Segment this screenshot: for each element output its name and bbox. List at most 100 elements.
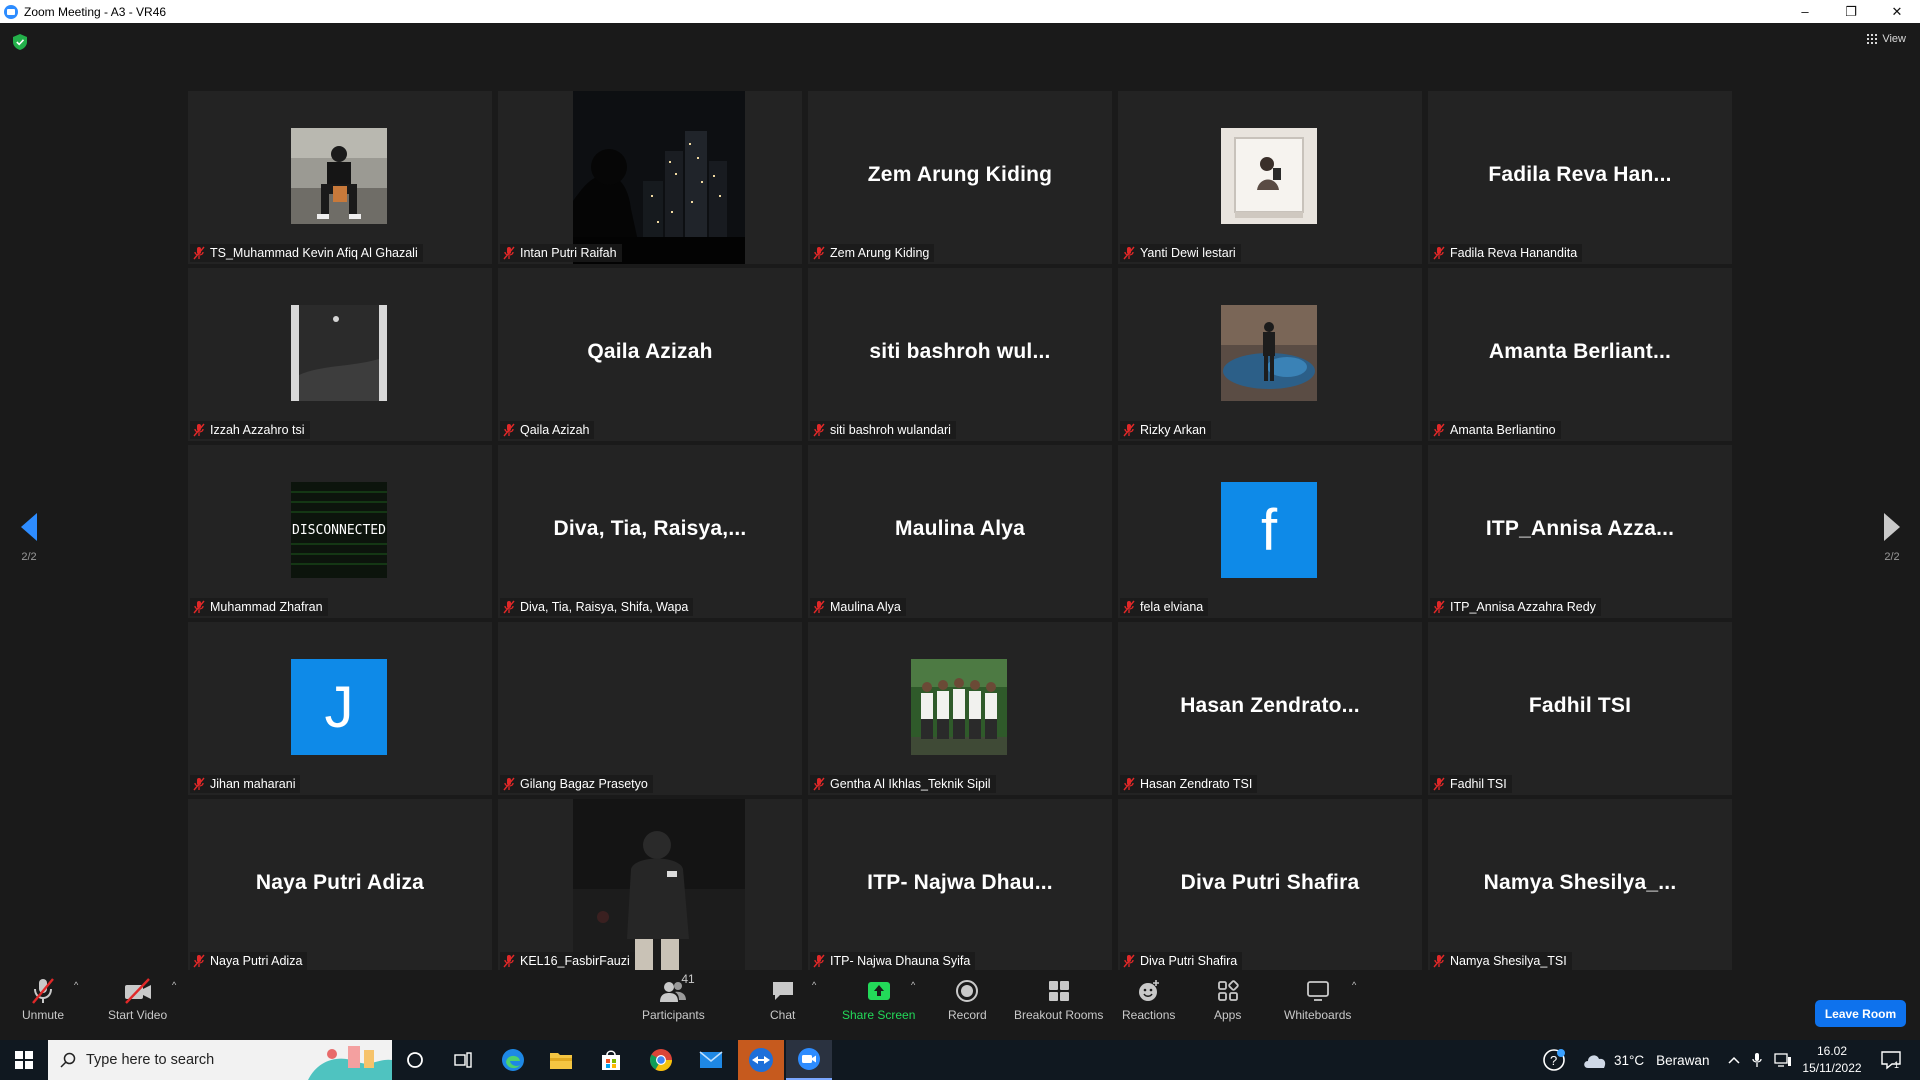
leave-room-button[interactable]: Leave Room (1815, 1000, 1906, 1027)
taskbar-clock[interactable]: 16.02 15/11/2022 (1784, 1043, 1880, 1077)
participant-gallery: TS_Muhammad Kevin Afiq Al Ghazali Intan P… (188, 91, 1732, 972)
minimize-button[interactable]: – (1782, 0, 1828, 23)
microphone-muted-icon (30, 976, 56, 1006)
restore-button[interactable]: ❐ (1828, 0, 1874, 23)
store-bag-icon (602, 1050, 620, 1070)
participant-tile[interactable]: ITP_Annisa Azza... ITP_Annisa Azzahra Red… (1428, 445, 1732, 618)
taskbar-search-box[interactable]: Type here to search (48, 1040, 392, 1080)
reactions-button[interactable]: Reactions (1122, 976, 1175, 1022)
participant-tile[interactable]: Namya Shesilya_... Namya Shesilya_TSI (1428, 799, 1732, 972)
windows-taskbar: Type here to search ? 31°C Berawan 16.02… (0, 1040, 1920, 1080)
meeting-area: View 2/2 2/2 TS_Muhammad Kevin Afiq Al G… (0, 23, 1920, 972)
participant-tile[interactable]: Gilang Bagaz Prasetyo (498, 622, 802, 795)
participant-tile[interactable]: Zem Arung Kiding Zem Arung Kiding (808, 91, 1112, 264)
task-view-button[interactable] (440, 1040, 486, 1080)
participant-profile-picture (1221, 128, 1317, 224)
participant-display-name: Diva, Tia, Raisya,... (553, 517, 747, 540)
help-tray[interactable]: ? (1542, 1040, 1566, 1080)
start-video-button[interactable]: Start Video (108, 976, 167, 1022)
smiley-face-icon (1137, 976, 1161, 1006)
participant-tile[interactable]: Rizky Arkan (1118, 268, 1422, 441)
participant-tile[interactable]: Gentha Al Ikhlas_Teknik Sipil (808, 622, 1112, 795)
participant-tile[interactable]: KEL16_FasbirFauzi (498, 799, 802, 972)
taskbar-store[interactable] (588, 1040, 634, 1080)
participant-tile[interactable]: DISCONNECTED Muhammad Zhafran (188, 445, 492, 618)
participant-tile[interactable]: Hasan Zendrato... Hasan Zendrato TSI (1118, 622, 1422, 795)
participant-name-label: Yanti Dewi lestari (1120, 244, 1241, 262)
participant-tile[interactable]: Intan Putri Raifah (498, 91, 802, 264)
participant-name-label: ITP- Najwa Dhauna Syifa (810, 952, 976, 970)
mic-muted-icon (813, 423, 825, 437)
participant-tile[interactable]: Izzah Azzahro tsi (188, 268, 492, 441)
participant-name-label: TS_Muhammad Kevin Afiq Al Ghazali (190, 244, 423, 262)
weather-widget[interactable]: 31°C Berawan (1582, 1040, 1709, 1080)
share-screen-button[interactable]: Share Screen (842, 976, 915, 1022)
security-shield-icon[interactable] (13, 34, 27, 50)
mic-muted-icon (1123, 423, 1135, 437)
page-indicator: 2/2 (21, 551, 37, 563)
apps-button[interactable]: Apps (1214, 976, 1241, 1022)
participant-name: Namya Shesilya_TSI (1450, 954, 1567, 968)
chevron-up-icon[interactable] (1728, 1056, 1740, 1064)
participant-display-name: ITP_Annisa Azza... (1485, 517, 1675, 540)
participant-tile[interactable]: Maulina Alya Maulina Alya (808, 445, 1112, 618)
chat-button[interactable]: Chat (770, 976, 795, 1022)
start-button[interactable] (0, 1040, 48, 1080)
whiteboard-options-caret[interactable]: ^ (1352, 980, 1356, 990)
chat-label: Chat (770, 1008, 796, 1022)
participant-name-label: fela elviana (1120, 598, 1209, 616)
reactions-label: Reactions (1122, 1008, 1176, 1022)
participant-tile[interactable]: Naya Putri Adiza Naya Putri Adiza (188, 799, 492, 972)
zoom-app-icon (798, 1048, 820, 1070)
taskbar-teamviewer[interactable] (738, 1040, 784, 1080)
participant-name: Yanti Dewi lestari (1140, 246, 1236, 260)
participants-button[interactable]: 41 Participants (642, 972, 705, 1022)
system-tray-icons[interactable] (1728, 1040, 1792, 1080)
participant-tile[interactable]: Amanta Berliant... Amanta Berliantino (1428, 268, 1732, 441)
participant-name-label: Rizky Arkan (1120, 421, 1211, 439)
whiteboards-button[interactable]: Whiteboards (1284, 976, 1351, 1022)
taskbar-zoom[interactable] (786, 1040, 832, 1080)
mail-envelope-icon (699, 1051, 723, 1068)
task-view-cortana-button[interactable] (392, 1040, 438, 1080)
audio-options-caret[interactable]: ^ (74, 980, 78, 990)
mic-muted-icon (1433, 954, 1445, 968)
share-options-caret[interactable]: ^ (911, 980, 915, 990)
participant-tile[interactable]: Fadhil TSI Fadhil TSI (1428, 622, 1732, 795)
microphone-icon[interactable] (1752, 1052, 1762, 1068)
mic-muted-icon (503, 954, 515, 968)
previous-page-button[interactable]: 2/2 (9, 513, 49, 563)
notifications-button[interactable]: 1 (1880, 1040, 1902, 1080)
participant-tile[interactable]: Qaila Azizah Qaila Azizah (498, 268, 802, 441)
participants-label: Participants (642, 1008, 705, 1022)
taskbar-chrome[interactable] (638, 1040, 684, 1080)
mic-muted-icon (503, 246, 515, 260)
participant-tile[interactable]: Diva Putri Shafira Diva Putri Shafira (1118, 799, 1422, 972)
participant-tile[interactable]: siti bashroh wul... siti bashroh wulandar… (808, 268, 1112, 441)
taskbar-mail[interactable] (688, 1040, 734, 1080)
close-button[interactable]: ✕ (1874, 0, 1920, 23)
unmute-button[interactable]: Unmute (22, 976, 64, 1022)
participant-tile[interactable]: J Jihan maharani (188, 622, 492, 795)
participant-name-label: KEL16_FasbirFauzi (500, 952, 635, 970)
participant-name-label: Namya Shesilya_TSI (1430, 952, 1572, 970)
participant-tile[interactable]: Yanti Dewi lestari (1118, 91, 1422, 264)
record-button[interactable]: Record (948, 976, 987, 1022)
apps-label: Apps (1214, 1008, 1242, 1022)
start-video-label: Start Video (108, 1008, 168, 1022)
taskbar-file-explorer[interactable] (538, 1040, 584, 1080)
video-options-caret[interactable]: ^ (172, 980, 176, 990)
participant-name: Gilang Bagaz Prasetyo (520, 777, 648, 791)
participant-tile[interactable]: Fadila Reva Han... Fadila Reva Hanandita (1428, 91, 1732, 264)
participant-tile[interactable]: ITP- Najwa Dhau... ITP- Najwa Dhauna Syif… (808, 799, 1112, 972)
view-button[interactable]: View (1867, 33, 1906, 45)
breakout-rooms-button[interactable]: Breakout Rooms (1014, 976, 1103, 1022)
next-page-button[interactable]: 2/2 (1872, 513, 1912, 563)
participant-tile[interactable]: f fela elviana (1118, 445, 1422, 618)
participant-tile[interactable]: TS_Muhammad Kevin Afiq Al Ghazali (188, 91, 492, 264)
chat-options-caret[interactable]: ^ (812, 980, 816, 990)
participant-tile[interactable]: Diva, Tia, Raisya,... Diva, Tia, Raisya, … (498, 445, 802, 618)
mic-muted-icon (1123, 246, 1135, 260)
taskbar-edge[interactable] (490, 1040, 536, 1080)
participant-name: Diva Putri Shafira (1140, 954, 1238, 968)
